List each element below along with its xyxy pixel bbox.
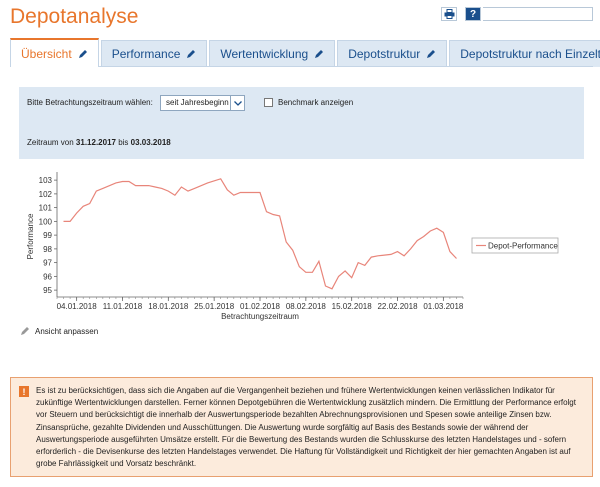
- y-tick-label: 100: [39, 217, 53, 226]
- period-range: Zeitraum von 31.12.2017 bis 03.03.2018: [27, 138, 171, 147]
- adjust-view-link[interactable]: Ansicht anpassen: [20, 326, 98, 336]
- tab-uebersicht[interactable]: Übersicht: [10, 38, 99, 67]
- tab-wertentwicklung[interactable]: Wertentwicklung: [209, 40, 336, 67]
- x-tick-label: 01.03.2018: [423, 302, 464, 311]
- period-range-mid: bis: [118, 138, 129, 147]
- chart-legend: Depot-Performance: [471, 237, 559, 254]
- pencil-icon: [315, 50, 324, 58]
- pencil-icon: [427, 50, 436, 58]
- performance-chart: 95 96 97 98 99 100 101 102 103 04.01.2018 11.01.2…: [26, 172, 559, 321]
- y-tick-label: 95: [43, 286, 52, 295]
- print-button[interactable]: [441, 7, 457, 21]
- x-tick-label: 18.01.2018: [148, 302, 189, 311]
- tab-label: Wertentwicklung: [220, 47, 309, 61]
- x-tick-label: 01.02.2018: [240, 302, 281, 311]
- benchmark-label: Benchmark anzeigen: [278, 98, 354, 107]
- y-tick-label: 103: [39, 176, 53, 185]
- period-select-value: seit Jahresbeginn: [166, 98, 229, 107]
- tab-label: Übersicht: [21, 46, 72, 61]
- y-tick-label: 98: [43, 245, 52, 254]
- pencil-icon: [187, 50, 196, 58]
- help-field: [483, 7, 593, 21]
- disclaimer-box: ! Es ist zu berücksichtigen, dass sich d…: [10, 377, 593, 477]
- filter-panel: Bitte Betrachtungszeitraum wählen: seit …: [19, 87, 584, 159]
- warning-icon: !: [19, 386, 29, 397]
- y-tick-label: 97: [43, 259, 52, 268]
- y-tick-label: 101: [39, 204, 53, 213]
- y-tick-label: 96: [43, 272, 52, 281]
- tab-performance[interactable]: Performance: [100, 40, 208, 67]
- series-line-depot-performance: [63, 178, 457, 290]
- pencil-icon: [78, 49, 87, 58]
- adjust-view-label: Ansicht anpassen: [35, 326, 99, 336]
- y-tick-label: 99: [43, 231, 52, 240]
- printer-icon: [444, 9, 454, 19]
- x-tick-label: 25.01.2018: [194, 302, 235, 311]
- page-title: Depotanalyse: [10, 5, 139, 28]
- benchmark-checkbox[interactable]: [264, 98, 273, 107]
- tab-label: Depotstruktur: [348, 47, 421, 61]
- tab-depotstruktur[interactable]: Depotstruktur: [337, 40, 448, 67]
- y-axis: 95 96 97 98 99 100 101 102 103: [39, 172, 58, 297]
- period-label: Bitte Betrachtungszeitraum wählen:: [27, 98, 153, 107]
- tab-label: Depotstruktur nach Einzeltitel: [460, 47, 600, 61]
- y-tick-label: 102: [39, 190, 53, 199]
- tab-label: Performance: [111, 47, 181, 61]
- x-tick-label: 08.02.2018: [286, 302, 327, 311]
- x-tick-label: 11.01.2018: [103, 302, 143, 311]
- x-axis: 04.01.2018 11.01.2018 18.01.2018 25.01.2018…: [57, 296, 464, 311]
- chevron-down-icon: [230, 96, 244, 110]
- period-select[interactable]: seit Jahresbeginn: [160, 95, 245, 111]
- x-tick-label: 15.02.2018: [332, 302, 373, 311]
- period-range-to: 03.03.2018: [130, 138, 171, 147]
- tab-bar: Übersicht Performance Wertentwicklung De…: [10, 38, 600, 67]
- disclaimer-text: Es ist zu berücksichtigen, dass sich die…: [36, 386, 576, 469]
- x-axis-label: Betrachtungszeitraum: [221, 312, 299, 321]
- help-icon: ?: [469, 8, 477, 20]
- x-tick-label: 22.02.2018: [377, 302, 418, 311]
- pencil-icon: [21, 327, 29, 335]
- help-button[interactable]: ?: [465, 7, 481, 21]
- legend-entry-depot-performance: Depot-Performance: [488, 242, 558, 251]
- x-tick-label: 04.01.2018: [57, 302, 98, 311]
- tab-depotstruktur-einzeltitel[interactable]: Depotstruktur nach Einzeltitel: [449, 40, 600, 67]
- y-axis-label: Performance: [26, 213, 35, 259]
- period-range-from: 31.12.2017: [75, 138, 116, 147]
- period-range-prefix: Zeitraum von: [27, 138, 74, 147]
